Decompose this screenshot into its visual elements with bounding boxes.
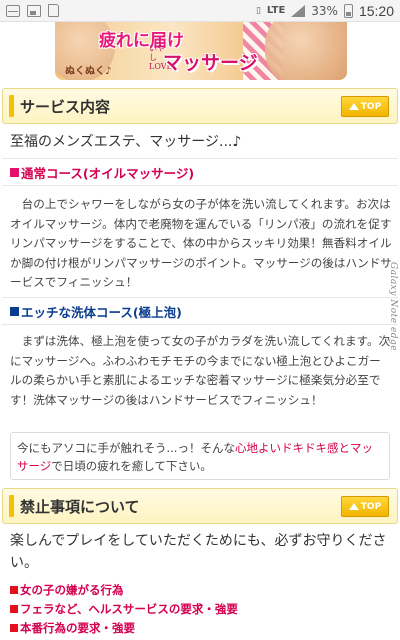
course1-title: 通常コース(オイルマッサージ) xyxy=(21,165,195,181)
battery-percent: 33% xyxy=(311,3,338,18)
note-box: 今にもアソコに手が触れそう...っ！そんな心地よいドキドキ感とマッサージで日頃の… xyxy=(10,432,390,480)
banner-photo-right xyxy=(265,22,347,80)
rule-item: フェラなど、ヘルスサービスの要求・強要 xyxy=(10,601,238,617)
square-bullet-icon xyxy=(10,306,19,316)
banner-corner-text: ぬくぬく♪ xyxy=(65,66,112,77)
clock: 15:20 xyxy=(358,2,394,19)
course1-heading: 通常コース(オイルマッサージ) xyxy=(2,158,398,186)
course2-heading: エッチな洗体コース(極上泡) xyxy=(2,297,398,325)
banner-subtitle: マッサージ xyxy=(163,52,258,74)
course2-title: エッチな洗体コース(極上泡) xyxy=(21,304,182,320)
square-bullet-icon xyxy=(10,624,18,632)
rule-item-text: 本番行為の要求・強要 xyxy=(20,621,135,635)
mail-icon xyxy=(6,4,20,17)
square-bullet-icon xyxy=(10,586,18,594)
square-bullet-icon xyxy=(10,167,19,177)
battery-icon xyxy=(343,3,353,18)
sd-card-icon xyxy=(48,4,59,17)
back-to-top-label: TOP xyxy=(360,101,382,112)
section-accent-bar xyxy=(9,95,14,117)
section-title: 禁止事項について xyxy=(20,497,140,516)
rule-item: 女の子の嫌がる行為 xyxy=(10,582,124,598)
section-title: サービス内容 xyxy=(20,97,111,116)
network-type: LTE xyxy=(266,5,286,16)
rule-item-text: フェラなど、ヘルスサービスの要求・強要 xyxy=(20,602,238,616)
note-text-after: で日頃の疲れを癒して下さい。 xyxy=(51,459,212,473)
section-accent-bar xyxy=(9,495,14,517)
up-arrow-icon xyxy=(348,503,359,510)
back-to-top-label: TOP xyxy=(360,501,382,512)
image-icon xyxy=(27,4,41,17)
rule-item-text: 女の子の嫌がる行為 xyxy=(20,583,124,597)
square-bullet-icon xyxy=(10,605,18,613)
status-bar: ▯ LTE 33% 15:20 xyxy=(0,0,400,22)
course1-description: 台の上でシャワーをしながら女の子が体を洗い流してくれます。お次はオイルマッサージ… xyxy=(10,197,392,289)
promo-banner[interactable]: 疲れに届け いやし LOVE マッサージ ぬくぬく♪ xyxy=(55,22,347,80)
back-to-top-button[interactable]: TOP xyxy=(341,496,389,517)
rules-section-header: 禁止事項について TOP xyxy=(2,488,398,524)
signal-icon xyxy=(291,4,306,17)
up-arrow-icon xyxy=(348,103,359,110)
device-edge-label: Galaxy Note edge xyxy=(388,262,398,352)
vibrate-icon: ▯ xyxy=(255,5,261,16)
note-text-before: 今にもアソコに手が触れそう...っ！そんな xyxy=(17,441,235,455)
back-to-top-button[interactable]: TOP xyxy=(341,96,389,117)
service-lead: 至福のメンズエステ、マッサージ...♪ xyxy=(10,134,242,150)
course2-description: まずは洗体、極上泡を使って女の子がカラダを洗い流してくれます。次にマッサージへ。… xyxy=(10,334,391,407)
service-section-header: サービス内容 TOP xyxy=(2,88,398,124)
rules-lead: 楽しんでプレイをしていただくためにも、必ずお守りください。 xyxy=(10,533,387,571)
rule-item: 本番行為の要求・強要 xyxy=(10,620,135,636)
banner-area: 疲れに届け いやし LOVE マッサージ ぬくぬく♪ xyxy=(0,22,400,84)
